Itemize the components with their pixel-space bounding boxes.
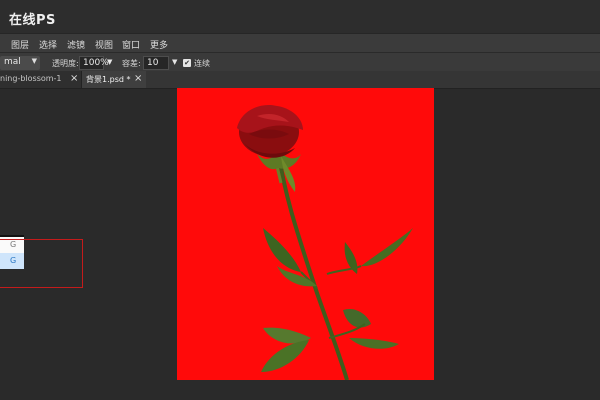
close-icon[interactable]: × [70, 73, 78, 84]
tab-label: 背景1.psd * [86, 75, 131, 84]
menu-item-window[interactable]: 窗口 [122, 38, 140, 51]
tolerance-dropdown-icon[interactable]: ▼ [172, 58, 177, 66]
opacity-label: 透明度: [52, 59, 79, 68]
contiguous-label: 连续 [194, 59, 210, 68]
tab-label: ning-blossom-1 [0, 74, 62, 83]
menu-item-filter[interactable]: 滤镜 [67, 38, 85, 51]
document-canvas[interactable] [177, 88, 434, 381]
chevron-down-icon: ▼ [31, 57, 37, 65]
contiguous-checkbox[interactable]: ✔ [183, 59, 191, 67]
menu-bar: 图层 选择 滤镜 视图 窗口 更多 [0, 33, 600, 53]
blend-mode-value: mal [4, 57, 21, 67]
menu-item-more[interactable]: 更多 [150, 38, 168, 51]
menu-item-layer[interactable]: 图层 [11, 38, 29, 51]
menu-item-view[interactable]: 视图 [95, 38, 113, 51]
tab-ning-blossom[interactable]: ning-blossom-1 × [0, 71, 82, 88]
rose-image [237, 104, 413, 381]
opacity-input[interactable]: 100% [79, 56, 109, 70]
blend-mode-select[interactable]: mal ▼ [0, 56, 40, 70]
tolerance-label: 容差: [122, 59, 141, 68]
document-tab-bar: ning-blossom-1 × 背景1.psd * × [0, 71, 600, 89]
close-icon[interactable]: × [134, 73, 142, 84]
opacity-dropdown-icon[interactable]: ▼ [107, 58, 112, 66]
tab-background-psd[interactable]: 背景1.psd * × [82, 71, 146, 88]
title-bar: 在线PS [0, 0, 600, 33]
tolerance-input[interactable]: 10 [143, 56, 169, 70]
menu-item-select[interactable]: 选择 [39, 38, 57, 51]
app-title: 在线PS [9, 13, 56, 28]
highlight-annotation-box [0, 239, 83, 288]
tool-options-bar: mal ▼ 透明度: 100% ▼ 容差: 10 ▼ ✔ 连续 [0, 52, 600, 72]
